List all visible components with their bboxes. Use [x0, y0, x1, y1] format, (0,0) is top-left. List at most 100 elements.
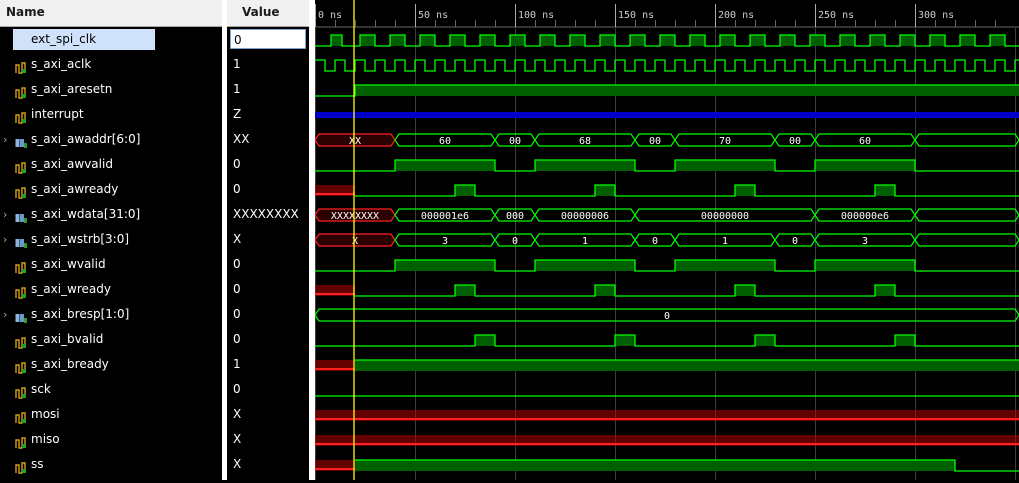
bus-value-label: 1: [582, 236, 588, 247]
wave-high-fill: [870, 35, 885, 46]
signal-value-mosi[interactable]: X: [227, 402, 309, 427]
signal-value-text: 1: [233, 82, 241, 96]
signal-value-s-axi-aclk[interactable]: 1: [227, 52, 309, 77]
bus-value-label: 00: [789, 136, 801, 147]
signal-value-s-axi-wvalid[interactable]: 0: [227, 252, 309, 277]
signal-row-s-axi-aresetn[interactable]: s_axi_aresetn: [0, 77, 222, 102]
bus-value-label: X: [352, 236, 358, 247]
signal-value-text: 0: [233, 157, 241, 171]
signal-value-text: 0: [233, 182, 241, 196]
signal-row-s-axi-awready[interactable]: s_axi_awready: [0, 177, 222, 202]
wire-icon: [15, 383, 27, 399]
signal-row-s-axi-bvalid[interactable]: s_axi_bvalid: [0, 327, 222, 352]
signal-value-s-axi-awaddr60[interactable]: XX: [227, 127, 309, 152]
signal-value-s-axi-awvalid[interactable]: 0: [227, 152, 309, 177]
signal-row-s-axi-wready[interactable]: s_axi_wready: [0, 277, 222, 302]
wave-high-fill: [615, 335, 635, 346]
signal-value-s-axi-wstrb30[interactable]: X: [227, 227, 309, 252]
wave-highz-fill: [315, 112, 1019, 118]
wave-high-fill: [395, 160, 495, 171]
wave-high-fill: [990, 35, 1005, 46]
signal-row-s-axi-bresp10[interactable]: › s_axi_bresp[1:0]: [0, 302, 222, 327]
signal-value-ss[interactable]: X: [227, 452, 309, 477]
wave-high-fill: [750, 35, 765, 46]
signal-row-s-axi-wdata310[interactable]: › s_axi_wdata[31:0]: [0, 202, 222, 227]
expand-chevron-icon[interactable]: ›: [3, 127, 7, 152]
signal-name-label: miso: [31, 432, 60, 446]
wave-high-fill: [660, 35, 675, 46]
signal-row-mosi[interactable]: mosi: [0, 402, 222, 427]
wave-high-fill: [930, 35, 945, 46]
signal-row-sck[interactable]: sck: [0, 377, 222, 402]
waveform-canvas[interactable]: 0 ns 50 ns 100 ns 150 ns 200 ns 250 ns 300 ns X…: [315, 0, 1019, 480]
ruler-label: 250 ns: [818, 10, 854, 21]
signal-value-miso[interactable]: X: [227, 427, 309, 452]
bus-value-label: 0: [664, 311, 670, 322]
signal-name-label: s_axi_aresetn: [31, 82, 113, 96]
wave-high-fill: [735, 185, 755, 196]
signal-value-s-axi-bready[interactable]: 1: [227, 352, 309, 377]
signal-name-label: s_axi_awvalid: [31, 157, 113, 171]
wave-high-fill: [735, 285, 755, 296]
bus-segment: [914, 133, 1019, 147]
signal-value-text: 1: [233, 57, 241, 71]
signal-name-label: s_axi_bresp[1:0]: [31, 307, 130, 321]
wave-high-fill: [535, 160, 635, 171]
wire-icon: [15, 158, 27, 174]
signal-value-interrupt[interactable]: Z: [227, 102, 309, 127]
wave-high-fill: [570, 35, 585, 46]
bus-value-label: XXXXXXXX: [331, 211, 379, 222]
wave-high-fill: [395, 260, 495, 271]
wave-high-fill: [815, 260, 915, 271]
signal-name-label: ext_spi_clk: [13, 29, 155, 50]
signal-value-s-axi-awready[interactable]: 0: [227, 177, 309, 202]
expand-chevron-icon[interactable]: ›: [3, 202, 7, 227]
signal-value-s-axi-bvalid[interactable]: 0: [227, 327, 309, 352]
signal-name-label: s_axi_aclk: [31, 57, 92, 71]
signal-row-s-axi-wvalid[interactable]: s_axi_wvalid: [0, 252, 222, 277]
signal-value-text: 1: [233, 357, 241, 371]
signal-row-s-axi-awaddr60[interactable]: › s_axi_awaddr[6:0]: [0, 127, 222, 152]
signal-name-label: ss: [31, 457, 44, 471]
bus-value-label: 000000e6: [841, 211, 889, 222]
signal-value-ext-spi-clk[interactable]: 0: [227, 27, 309, 52]
signal-row-s-axi-bready[interactable]: s_axi_bready: [0, 352, 222, 377]
signal-value-text: X: [233, 407, 242, 421]
wire-icon: [15, 358, 27, 374]
signal-row-ss[interactable]: ss: [0, 452, 222, 477]
ruler-label: 200 ns: [718, 10, 754, 21]
wave-high-fill: [675, 260, 775, 271]
signal-row-s-axi-wstrb30[interactable]: › s_axi_wstrb[3:0]: [0, 227, 222, 252]
wire-icon: [15, 283, 27, 299]
signal-value-s-axi-wready[interactable]: 0: [227, 277, 309, 302]
name-column-header[interactable]: Name: [0, 0, 222, 27]
bus-value-label: 3: [862, 236, 868, 247]
signal-value-s-axi-bresp10[interactable]: 0: [227, 302, 309, 327]
signal-value-s-axi-wdata310[interactable]: XXXXXXXX: [227, 202, 309, 227]
wave-high-fill: [895, 335, 915, 346]
wave-high-fill: [600, 35, 615, 46]
expand-chevron-icon[interactable]: ›: [3, 227, 7, 252]
bus-segment: [914, 208, 1019, 222]
signal-value-sck[interactable]: 0: [227, 377, 309, 402]
wave-high-fill: [355, 460, 955, 471]
signal-value-s-axi-aresetn[interactable]: 1: [227, 77, 309, 102]
wave-high-fill: [810, 35, 825, 46]
signal-row-ext-spi-clk[interactable]: ext_spi_clk: [0, 27, 222, 52]
signal-row-s-axi-awvalid[interactable]: s_axi_awvalid: [0, 152, 222, 177]
signal-value-text: XX: [233, 132, 250, 146]
wave-high-fill: [780, 35, 795, 46]
expand-chevron-icon[interactable]: ›: [3, 302, 7, 327]
signal-value-text: XXXXXXXX: [233, 207, 299, 221]
wave-high-fill: [331, 35, 342, 46]
value-column-header[interactable]: Value: [227, 0, 309, 27]
signal-row-interrupt[interactable]: interrupt: [0, 102, 222, 127]
wire-icon: [15, 58, 27, 74]
signal-name-label: s_axi_awready: [31, 182, 119, 196]
bus-icon: [15, 308, 27, 323]
signal-row-s-axi-aclk[interactable]: s_axi_aclk: [0, 52, 222, 77]
signal-value-text: X: [233, 457, 242, 471]
signal-row-miso[interactable]: miso: [0, 427, 222, 452]
wire-icon: [15, 433, 27, 449]
signal-value-text: 0: [233, 382, 241, 396]
